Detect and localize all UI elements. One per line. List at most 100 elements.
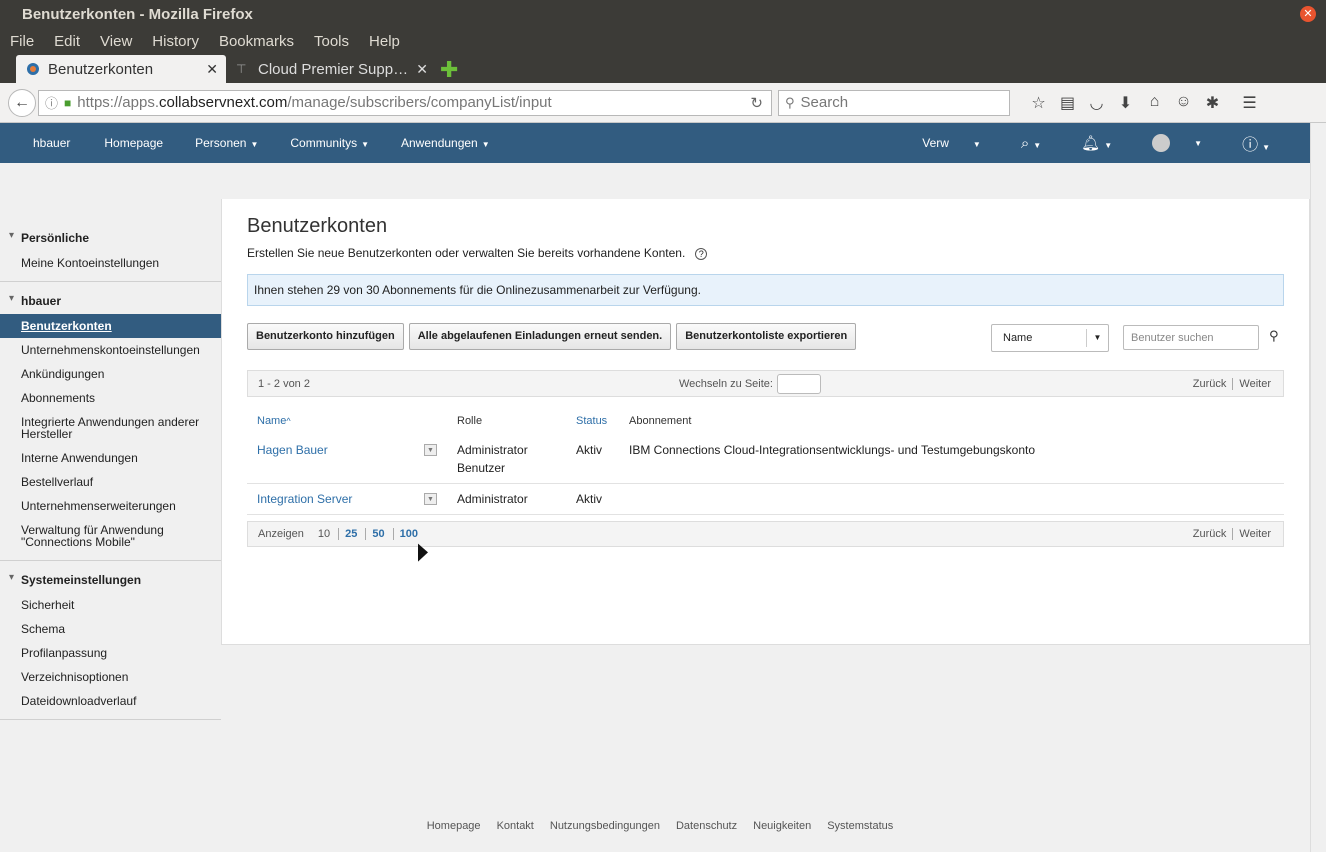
- nav-verw-label: Verw: [922, 136, 949, 150]
- nav-anwendungen[interactable]: Anwendungen ▼: [385, 136, 506, 150]
- sidebar-item-kontoeinstellungen[interactable]: Meine Kontoeinstellungen: [0, 251, 221, 275]
- page-size-25[interactable]: 25: [338, 528, 365, 540]
- footer-neuigkeiten-link[interactable]: Neuigkeiten: [753, 820, 811, 832]
- sidebar-item-bestellverlauf[interactable]: Bestellverlauf: [0, 470, 221, 494]
- sidebar-item-unternehmenskonto[interactable]: Unternehmenskontoeinstellungen: [0, 338, 221, 362]
- tab-cloud-premier[interactable]: ⊤ Cloud Premier Supp… ✕: [226, 55, 436, 83]
- page-body: Persönliche Meine Kontoeinstellungen hba…: [0, 199, 1326, 720]
- footer-nutzungsbedingungen-link[interactable]: Nutzungsbedingungen: [550, 820, 660, 832]
- home-icon[interactable]: ⌂: [1140, 93, 1169, 113]
- back-icon[interactable]: ←: [8, 88, 36, 117]
- pager-nav: Zurück Weiter: [1193, 528, 1271, 540]
- page-size-100[interactable]: 100: [392, 528, 426, 540]
- description-text: Erstellen Sie neue Benutzerkonten oder v…: [247, 246, 686, 260]
- sidebar-item-interne-anwendungen[interactable]: Interne Anwendungen: [0, 446, 221, 470]
- chat-status-icon[interactable]: ⌕ ▼: [1021, 135, 1061, 152]
- reload-icon[interactable]: ↻: [750, 94, 763, 112]
- avatar[interactable]: ▼: [1152, 134, 1222, 152]
- pager-next-link[interactable]: Weiter: [1239, 528, 1271, 540]
- menu-help[interactable]: Help: [369, 33, 400, 50]
- resend-invitations-button[interactable]: Alle abgelaufenen Einladungen erneut sen…: [408, 322, 672, 350]
- download-icon[interactable]: ⬇: [1111, 93, 1140, 113]
- menu-bookmarks[interactable]: Bookmarks: [219, 33, 294, 50]
- tab-close-icon[interactable]: ✕: [206, 61, 218, 78]
- tab-benutzerkonten[interactable]: Benutzerkonten ✕: [16, 55, 226, 83]
- footer-kontakt-link[interactable]: Kontakt: [497, 820, 534, 832]
- tab-label: Cloud Premier Supp…: [258, 60, 409, 78]
- chat-icon[interactable]: ☺: [1169, 93, 1198, 113]
- sort-select[interactable]: Name ▼: [991, 324, 1109, 352]
- nav-user[interactable]: hbauer: [0, 136, 88, 150]
- menu-history[interactable]: History: [152, 33, 199, 50]
- url-bar[interactable]: ⓘ ■ https://apps. collabservnext.com/mana…: [38, 89, 772, 116]
- sidebar-group-title[interactable]: Systemeinstellungen: [0, 569, 221, 593]
- sidebar-group-persoenliche: Persönliche Meine Kontoeinstellungen: [0, 219, 221, 282]
- footer-homepage-link[interactable]: Homepage: [427, 820, 481, 832]
- help-icon[interactable]: ?: [695, 248, 708, 260]
- nav-personen[interactable]: Personen ▼: [179, 136, 274, 150]
- navigation-toolbar: ← ⓘ ■ https://apps. collabservnext.com/ma…: [0, 83, 1326, 123]
- tab-close-icon[interactable]: ✕: [416, 61, 428, 78]
- sidebar-item-profilanpassung[interactable]: Profilanpassung: [0, 641, 221, 665]
- nav-homepage[interactable]: Homepage: [88, 136, 179, 150]
- footer-datenschutz-link[interactable]: Datenschutz: [676, 820, 737, 832]
- cell-subscription: IBM Connections Cloud-Integrationsentwic…: [619, 435, 1284, 484]
- user-link-hagen-bauer[interactable]: Hagen Bauer: [257, 443, 328, 457]
- filter-favicon-icon: ⊤: [236, 62, 247, 76]
- sidebar-item-ankuendigungen[interactable]: Ankündigungen: [0, 362, 221, 386]
- page-scrollbar[interactable]: [1310, 123, 1326, 852]
- tab-label: Benutzerkonten: [48, 60, 154, 78]
- user-link-integration-server[interactable]: Integration Server: [257, 492, 352, 506]
- menu-file[interactable]: File: [10, 33, 34, 50]
- row-menu-icon[interactable]: ▼: [424, 444, 437, 456]
- extension-icon[interactable]: ✱: [1198, 93, 1227, 113]
- sidebar-group-title[interactable]: hbauer: [0, 290, 221, 314]
- menu-view[interactable]: View: [100, 33, 132, 50]
- export-list-button[interactable]: Benutzerkontoliste exportieren: [676, 322, 857, 350]
- browser-search-input[interactable]: ⚲ Search: [778, 89, 1010, 116]
- hamburger-menu-icon[interactable]: ☰: [1235, 93, 1264, 113]
- goto-page-input[interactable]: [776, 373, 821, 394]
- nav-verw[interactable]: Verw ▼: [922, 136, 1001, 150]
- tabbar: Benutzerkonten ✕ ⊤ Cloud Premier Supp… ✕…: [0, 54, 1326, 83]
- chevron-down-icon: ▼: [972, 140, 981, 149]
- chevron-down-icon: ▼: [250, 140, 259, 149]
- menubar: File Edit View History Bookmarks Tools H…: [0, 28, 1326, 54]
- nav-communitys[interactable]: Communitys ▼: [274, 136, 385, 150]
- help-icon[interactable]: ⓘ ▼: [1242, 131, 1290, 155]
- cell-name: Hagen Bauer ▼: [247, 435, 447, 484]
- search-icon[interactable]: ⚲: [1269, 328, 1279, 344]
- sidebar-item-abonnements[interactable]: Abonnements: [0, 386, 221, 410]
- bookmark-star-icon[interactable]: ☆: [1024, 93, 1053, 113]
- sidebar-item-integrierte-anwendungen[interactable]: Integrierte Anwendungen anderer Herstell…: [0, 410, 221, 446]
- url-host: collabservnext.com: [158, 94, 288, 111]
- pocket-icon[interactable]: ◡: [1082, 93, 1111, 113]
- col-status-header[interactable]: Status: [566, 407, 619, 435]
- sidebar-item-benutzerkonten[interactable]: Benutzerkonten: [0, 314, 221, 338]
- sidebar-item-schema[interactable]: Schema: [0, 617, 221, 641]
- sidebar-item-verzeichnisoptionen[interactable]: Verzeichnisoptionen: [0, 665, 221, 689]
- pager-next-link[interactable]: Weiter: [1239, 378, 1271, 390]
- sidebar-item-connections-mobile[interactable]: Verwaltung für Anwendung "Connections Mo…: [0, 518, 221, 554]
- menu-edit[interactable]: Edit: [54, 33, 80, 50]
- menu-tools[interactable]: Tools: [314, 33, 349, 50]
- row-menu-icon[interactable]: ▼: [424, 493, 437, 505]
- reading-list-icon[interactable]: ▤: [1053, 93, 1082, 113]
- pager-back-link[interactable]: Zurück: [1193, 528, 1227, 540]
- sort-asc-icon: ^: [286, 416, 291, 426]
- info-icon[interactable]: ⓘ: [45, 93, 58, 112]
- col-name-header[interactable]: Name^: [247, 407, 447, 435]
- footer-systemstatus-link[interactable]: Systemstatus: [827, 820, 893, 832]
- pager-back-link[interactable]: Zurück: [1193, 378, 1227, 390]
- page-size-50[interactable]: 50: [365, 528, 392, 540]
- col-role-header: Rolle: [457, 415, 483, 427]
- sidebar-item-unternehmenserweiterungen[interactable]: Unternehmenserweiterungen: [0, 494, 221, 518]
- sidebar-item-sicherheit[interactable]: Sicherheit: [0, 593, 221, 617]
- new-tab-icon[interactable]: ✚: [440, 57, 458, 83]
- notification-bell-icon[interactable]: 🔔︎ ▼: [1081, 134, 1132, 152]
- sidebar-item-dateidownloadverlauf[interactable]: Dateidownloadverlauf: [0, 689, 221, 713]
- user-search-input[interactable]: Benutzer suchen: [1123, 325, 1259, 350]
- window-close-icon[interactable]: ✕: [1300, 6, 1316, 22]
- sidebar-group-title[interactable]: Persönliche: [0, 227, 221, 251]
- add-user-button[interactable]: Benutzerkonto hinzufügen: [247, 322, 404, 350]
